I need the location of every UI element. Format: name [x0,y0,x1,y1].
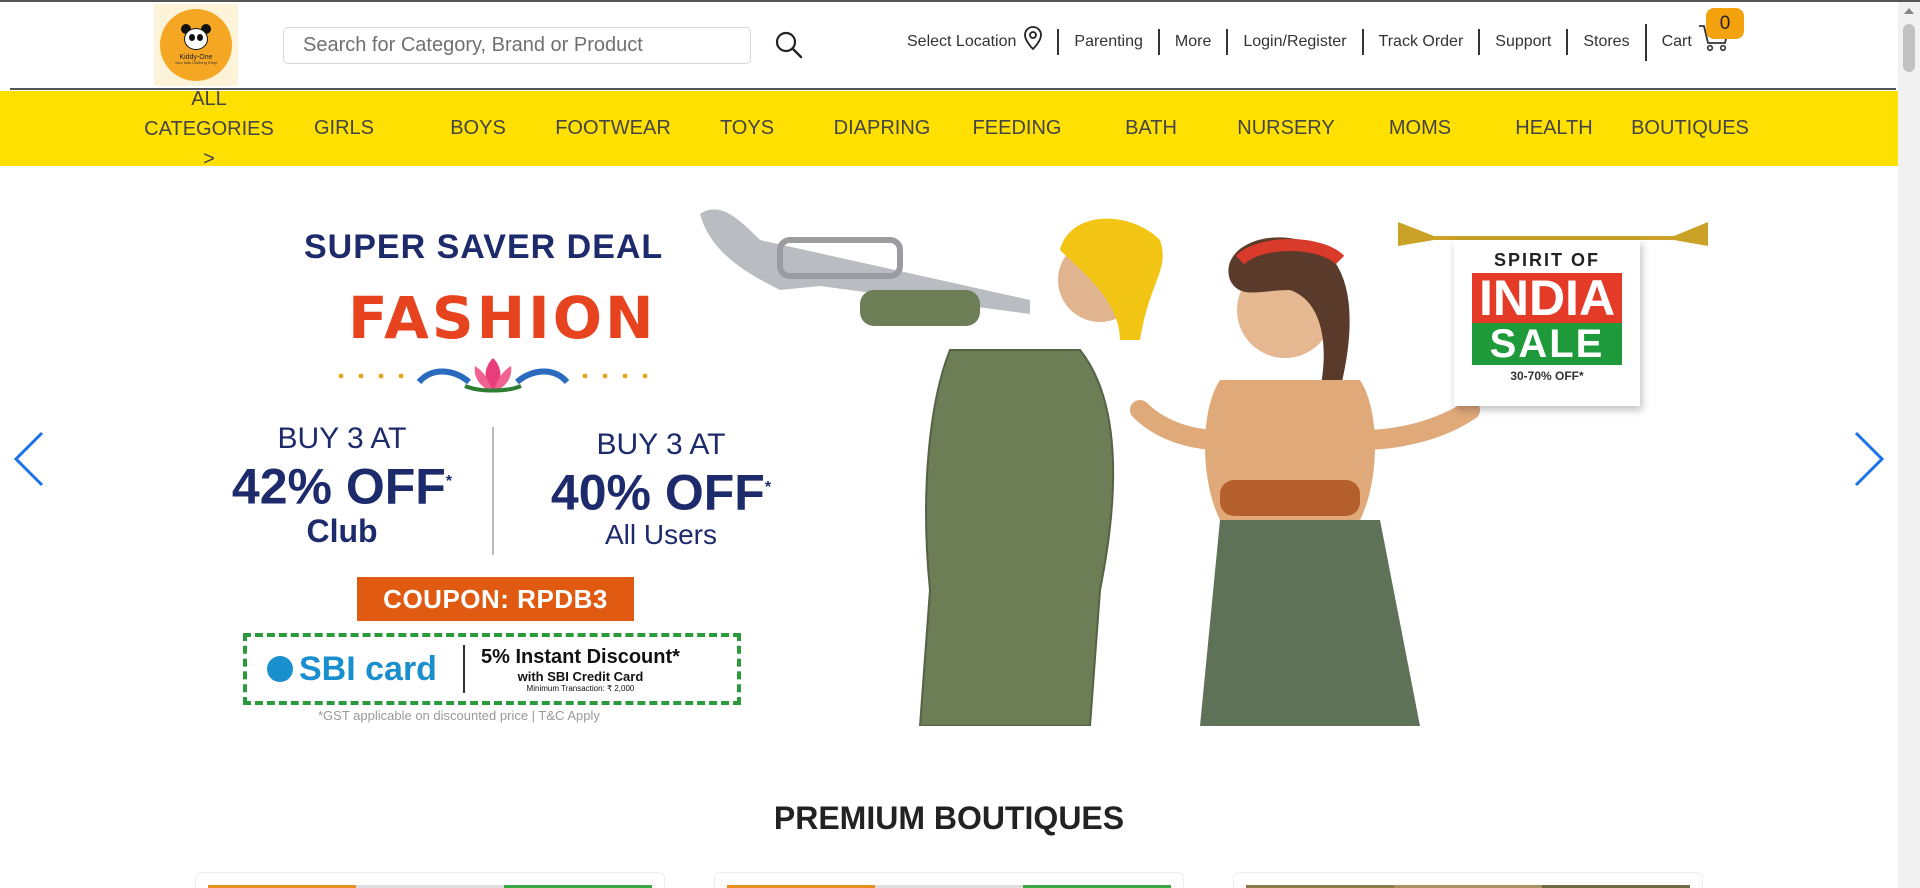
premium-boutiques-heading: PREMIUM BOUTIQUES [773,800,1125,836]
india-label: INDIA [1472,273,1622,323]
india-sale-panel: SPIRIT OF INDIA SALE 30-70% OFF* [1454,240,1640,406]
select-location-link[interactable]: Select Location [907,25,1057,59]
all-categories-link[interactable]: ALL CATEGORIES > [138,88,280,170]
category-moms[interactable]: MOMS [1370,91,1470,166]
offer-club-percent: 42% OFF* [231,458,453,515]
scrollbar-thumb[interactable] [1903,24,1915,72]
logo-tagline: Your kids Clothing Shop [174,60,218,66]
banner-headline: FASHION [348,284,657,352]
banner-deal-title: SUPER SAVER DEAL [304,228,664,266]
header-divider [10,88,1896,90]
spirit-of-india-sign: SPIRIT OF INDIA SALE 30-70% OFF* [1394,212,1712,412]
carousel-next-button[interactable] [1852,430,1886,488]
page-scrollbar[interactable] [1898,2,1920,888]
category-footwear[interactable]: FOOTWEAR [553,91,673,166]
category-nursery[interactable]: NURSERY [1226,91,1346,166]
top-nav: Select Location Parenting More Login/Reg… [907,23,1745,61]
all-categories-line1: ALL [191,87,227,110]
sbi-logo: SBI card [247,650,447,689]
india-spirit-label: SPIRIT OF [1493,250,1600,270]
all-categories-line2: CATEGORIES > [144,117,274,170]
boutique-card[interactable] [195,872,665,888]
support-link[interactable]: Support [1478,29,1566,55]
parenting-link[interactable]: Parenting [1057,29,1158,55]
track-order-link[interactable]: Track Order [1361,29,1479,55]
carousel-prev-button[interactable] [12,430,46,488]
kids-photo [700,209,1480,726]
gst-note: *GST applicable on discounted price | T&… [318,708,600,723]
offer-club-buy: BUY 3 AT [277,422,407,455]
sbi-offer-text: 5% Instant Discount* with SBI Credit Car… [481,646,680,693]
header: Kiddy-One Your kids Clothing Shop Select… [0,2,1898,90]
sbi-divider [463,645,465,693]
category-bar: ALL CATEGORIES > GIRLS BOYS FOOTWEAR TOYS… [0,88,1898,170]
sbi-line2: with SBI Credit Card [517,668,644,684]
category-bath[interactable]: BATH [1101,91,1201,166]
coupon-badge: COUPON: RPDB3 [357,577,634,621]
category-feeding[interactable]: FEEDING [957,91,1077,166]
india-sale-label: SALE [1472,323,1622,365]
lotus-ornament-icon [338,358,648,393]
page: Kiddy-One Your kids Clothing Shop Select… [0,0,1920,888]
more-link[interactable]: More [1157,29,1226,55]
offer-divider [492,427,494,555]
offer-club-label: Club [306,512,378,549]
category-diapring[interactable]: DIAPRING [822,91,942,166]
category-girls[interactable]: GIRLS [294,91,394,166]
category-toys[interactable]: TOYS [697,91,797,166]
category-boys[interactable]: BOYS [428,91,528,166]
location-pin-icon [1024,25,1043,59]
logo[interactable]: Kiddy-One Your kids Clothing Shop [154,4,238,86]
offer-club: BUY 3 AT 42% OFF* Club [214,422,470,550]
select-location-label: Select Location [907,33,1017,50]
sbi-logo-icon [267,656,293,682]
login-register-link[interactable]: Login/Register [1226,29,1361,55]
cart-count-badge: 0 [1706,8,1744,39]
boutique-card[interactable] [714,872,1184,888]
category-boutiques[interactable]: BOUTIQUES [1628,91,1752,166]
search-icon[interactable] [774,30,804,60]
cart-label: Cart [1661,33,1692,50]
stores-link[interactable]: Stores [1566,29,1644,55]
sbi-offer-box: SBI card 5% Instant Discount* with SBI C… [243,633,741,705]
search-input[interactable] [283,27,751,64]
category-health[interactable]: HEALTH [1494,91,1614,166]
panda-icon [179,24,213,52]
sbi-line3: Minimum Transaction: ₹ 2,000 [526,683,635,693]
chevron-left-icon [13,431,44,487]
logo-badge: Kiddy-One Your kids Clothing Shop [160,9,232,81]
chevron-right-icon [1854,431,1885,487]
sbi-line1: 5% Instant Discount* [481,645,680,668]
scroll-up-icon[interactable] [1904,8,1914,14]
india-discount-label: 30-70% OFF* [1510,369,1584,383]
boutique-card[interactable] [1233,872,1703,888]
